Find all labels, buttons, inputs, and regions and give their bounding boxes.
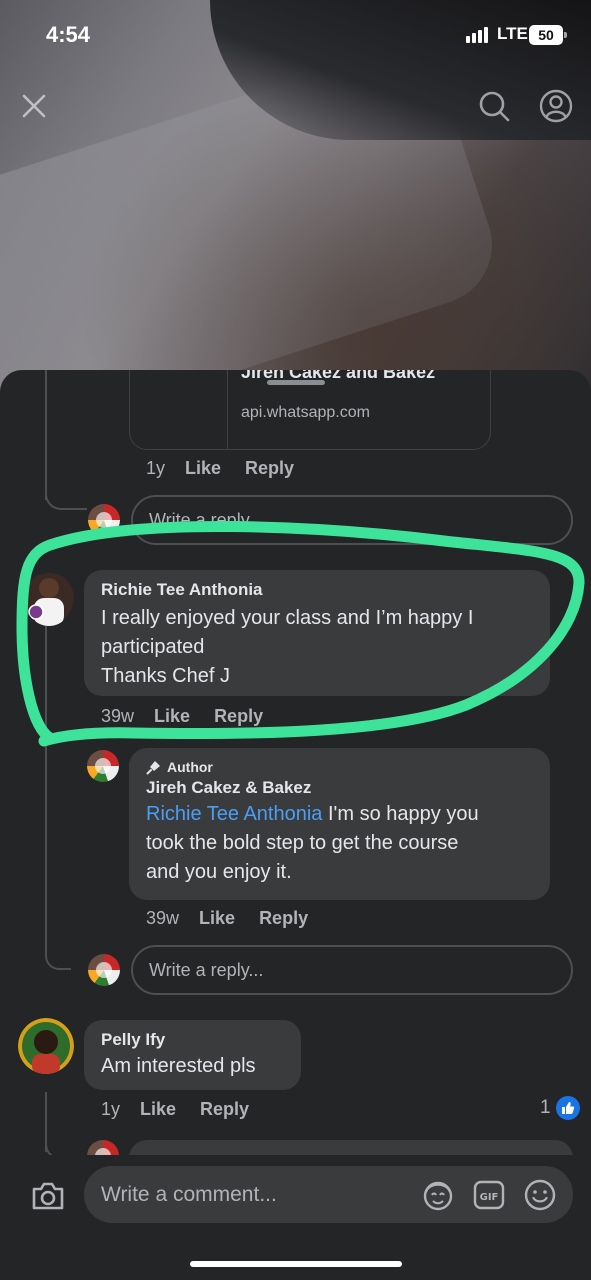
search-button[interactable] (476, 88, 512, 124)
reply-button[interactable]: Reply (200, 1099, 249, 1120)
comment-author[interactable]: Richie Tee Anthonia (101, 580, 550, 600)
comment-meta: 39w Like Reply (101, 706, 287, 727)
profile-button[interactable] (538, 88, 574, 124)
comment-bubble[interactable]: Pelly Ify Am interested pls (84, 1020, 301, 1090)
like-button[interactable]: Like (140, 1099, 176, 1120)
thread-line (45, 626, 47, 956)
status-bar: 4:54 LTE 50 (0, 0, 591, 70)
avatar (24, 570, 74, 626)
gif-button[interactable]: GIF (472, 1178, 506, 1212)
reply-button[interactable]: Reply (245, 458, 294, 479)
like-button[interactable]: Like (185, 458, 221, 479)
network-type: LTE (497, 24, 528, 43)
comment-meta: 1y Like Reply (101, 1099, 273, 1120)
reply-text-line: and you enjoy it. (146, 861, 292, 883)
microphone-icon (146, 761, 160, 775)
gif-icon: GIF (473, 1180, 505, 1210)
reply-text-line: took the bold step to get the course (146, 832, 459, 854)
comment-text-line: I really enjoyed your class and I’m happ… (101, 607, 474, 629)
close-icon (22, 94, 46, 118)
reply-text-line: Richie Tee Anthonia I'm so happy you (146, 800, 550, 829)
reply-meta: 1y Like Reply (146, 458, 318, 479)
avatar-sticker-icon (423, 1181, 453, 1211)
reply-button[interactable]: Reply (214, 706, 263, 727)
avatar (88, 954, 120, 986)
write-reply-input[interactable]: Write a reply... (131, 945, 573, 995)
link-domain: api.whatsapp.com (241, 404, 370, 421)
link-thumbnail (130, 370, 228, 449)
reply-time: 1y (146, 458, 166, 478)
home-indicator[interactable] (190, 1261, 402, 1267)
camera-button[interactable] (30, 1179, 66, 1213)
comment-text-line: participated (101, 636, 205, 658)
profile-icon (539, 89, 573, 123)
emoji-icon (524, 1179, 556, 1211)
thread-connector (45, 490, 87, 510)
thumbs-up-icon (555, 1096, 580, 1120)
reaction-count[interactable]: 1 (540, 1096, 580, 1120)
comment-time: 39w (101, 706, 135, 726)
reply-bubble[interactable]: Author Jireh Cakez & Bakez Richie Tee An… (129, 748, 550, 900)
reply-time: 39w (146, 908, 180, 928)
emoji-button[interactable] (523, 1178, 557, 1212)
like-button[interactable]: Like (199, 908, 235, 929)
reply-button[interactable]: Reply (259, 908, 308, 929)
author-badge: Author (146, 759, 550, 775)
avatar (18, 1018, 74, 1074)
close-button[interactable] (16, 88, 52, 124)
comment-text: Am interested pls (101, 1055, 256, 1077)
reply-meta: 39w Like Reply (146, 908, 332, 929)
write-reply-input[interactable]: Write a reply... (131, 495, 573, 545)
thread-connector (45, 956, 71, 970)
comments-sheet[interactable]: Jireh Cakez and Bakez api.whatsapp.com 1… (0, 370, 591, 1280)
battery-icon: 50 (529, 25, 567, 45)
comment-author[interactable]: Pelly Ify (101, 1030, 301, 1050)
comment-text-line: Thanks Chef J (101, 665, 230, 687)
camera-icon (32, 1182, 64, 1210)
reply-author[interactable]: Jireh Cakez & Bakez (146, 778, 550, 798)
avatar (87, 750, 119, 782)
reaction-count-number: 1 (540, 1097, 551, 1118)
svg-text:GIF: GIF (480, 1192, 499, 1203)
comment-time: 1y (101, 1099, 121, 1119)
comment-composer: Write a comment... GIF (0, 1155, 591, 1280)
status-time: 4:54 (46, 22, 91, 47)
drag-handle[interactable] (267, 380, 325, 385)
search-icon (479, 91, 510, 122)
like-button[interactable]: Like (154, 706, 190, 727)
mention-link[interactable]: Richie Tee Anthonia (146, 803, 322, 825)
avatar-sticker-button[interactable] (421, 1178, 455, 1212)
comment-bubble[interactable]: Richie Tee Anthonia I really enjoyed you… (84, 570, 550, 696)
reply-text-fragment: I'm so happy you (322, 803, 479, 825)
thread-line (45, 370, 47, 500)
author-badge-label: Author (167, 759, 213, 775)
signal-icon (466, 27, 488, 43)
avatar (88, 504, 120, 536)
